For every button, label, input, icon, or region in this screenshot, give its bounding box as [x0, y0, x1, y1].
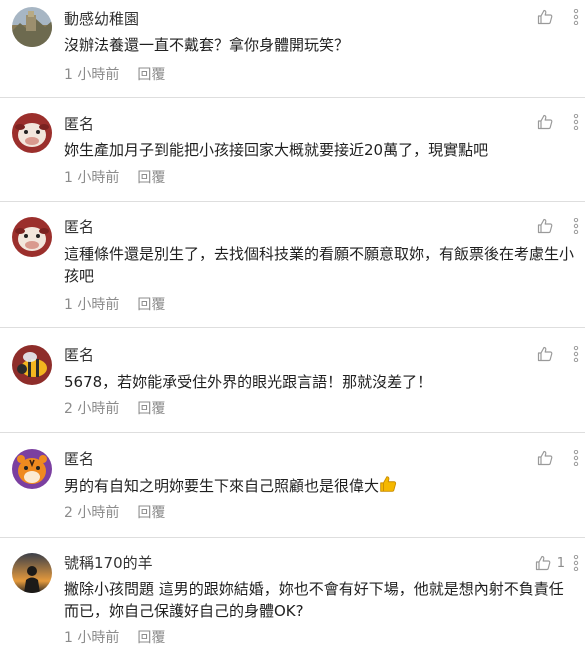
more-options-icon[interactable]	[573, 346, 579, 362]
comment-author[interactable]: 匿名	[64, 448, 94, 469]
silhouette-avatar-icon[interactable]	[12, 553, 52, 593]
like-count: 1	[556, 555, 565, 571]
divider	[0, 327, 585, 328]
comment-meta: 1 小時前 回覆	[64, 167, 165, 187]
divider	[0, 97, 585, 98]
comment-time: 2 小時前	[64, 401, 120, 417]
comment-meta: 1 小時前 回覆	[64, 64, 165, 84]
divider	[0, 432, 585, 433]
more-options-icon[interactable]	[573, 114, 579, 130]
thumbs-up-icon[interactable]	[537, 218, 553, 234]
comment-author[interactable]: 動感幼稚園	[64, 8, 139, 29]
comment-author[interactable]: 號稱170的羊	[64, 552, 153, 573]
reply-button[interactable]: 回覆	[137, 401, 165, 417]
reply-button[interactable]: 回覆	[137, 630, 165, 646]
comment-time: 1 小時前	[64, 297, 120, 313]
comment-author[interactable]: 匿名	[64, 344, 94, 365]
comment-meta: 2 小時前 回覆	[64, 398, 165, 418]
comment-author[interactable]: 匿名	[64, 113, 94, 134]
divider	[0, 201, 585, 202]
thumbs-up-icon[interactable]	[537, 114, 553, 130]
comment-text: 這種條件還是別生了，去找個科技業的看願不願意取妳，有飯票後在考慮生小孩吧	[64, 245, 575, 285]
comment-text: 撇除小孩問題 這男的跟妳結婚，妳也不會有好下場，他就是想內射不負責任而已，妳自己…	[64, 580, 564, 620]
comment-time: 1 小時前	[64, 170, 120, 186]
comment-text: 沒辦法養還一直不戴套？拿你身體開玩笑？	[64, 36, 350, 54]
more-options-icon[interactable]	[573, 555, 579, 571]
tiger-avatar-icon[interactable]	[12, 449, 52, 489]
thumbs-up-icon[interactable]	[535, 555, 551, 571]
comment-meta: 1 小時前 回覆	[64, 627, 165, 647]
reply-button[interactable]: 回覆	[137, 170, 165, 186]
bee-avatar-icon[interactable]	[12, 345, 52, 385]
like-control[interactable]: 1	[535, 554, 565, 572]
reply-button[interactable]: 回覆	[137, 297, 165, 313]
reply-button[interactable]: 回覆	[137, 505, 165, 521]
thumbs-up-icon[interactable]	[537, 346, 553, 362]
comment-time: 1 小時前	[64, 630, 120, 646]
reply-button[interactable]: 回覆	[137, 67, 165, 83]
comment-meta: 1 小時前 回覆	[64, 294, 165, 314]
thumbs-up-icon[interactable]	[537, 450, 553, 466]
comment-time: 2 小時前	[64, 505, 120, 521]
comment-text-row: 男的有自知之明妳要生下來自己照顧也是很偉大	[64, 475, 576, 497]
more-options-icon[interactable]	[573, 450, 579, 466]
cow-avatar-icon[interactable]	[12, 217, 52, 257]
cow-avatar-icon[interactable]	[12, 113, 52, 153]
thumbs-up-emoji-icon	[380, 476, 397, 492]
more-options-icon[interactable]	[573, 9, 579, 25]
more-options-icon[interactable]	[573, 218, 579, 234]
comment-time: 1 小時前	[64, 67, 120, 83]
landscape-avatar-icon[interactable]	[12, 7, 52, 47]
comment-text: 5678，若妳能承受住外界的眼光跟言語！那就沒差了！	[64, 373, 433, 391]
thumbs-up-icon[interactable]	[537, 9, 553, 25]
comment-text: 男的有自知之明妳要生下來自己照顧也是很偉大	[64, 477, 380, 495]
comment-meta: 2 小時前 回覆	[64, 502, 165, 522]
comment-author[interactable]: 匿名	[64, 216, 94, 237]
divider	[0, 537, 585, 538]
comment-text: 妳生產加月子到能把小孩接回家大概就要接近20萬了，現實點吧	[64, 141, 489, 159]
